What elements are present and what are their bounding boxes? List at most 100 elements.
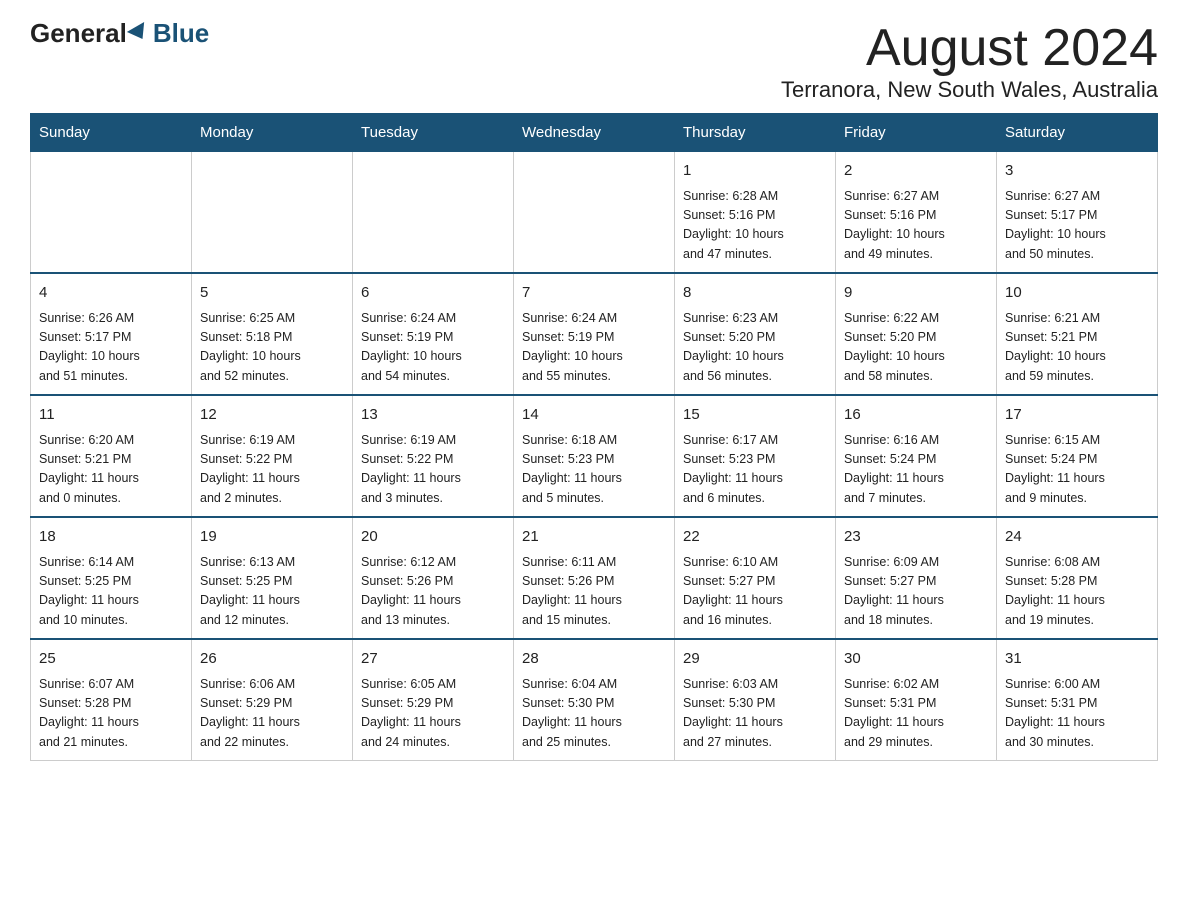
day-number: 27 xyxy=(361,648,505,671)
calendar-cell: 15 Sunrise: 6:17 AMSunset: 5:23 PMDayligh… xyxy=(675,395,836,517)
day-info: Sunrise: 6:00 AMSunset: 5:31 PMDaylight:… xyxy=(1005,675,1149,753)
calendar-cell: 3Sunrise: 6:27 AMSunset: 5:17 PMDaylight… xyxy=(997,152,1158,274)
calendar-cell: 20 Sunrise: 6:12 AMSunset: 5:26 PMDayligh… xyxy=(353,517,514,639)
calendar-cell: 31 Sunrise: 6:00 AMSunset: 5:31 PMDayligh… xyxy=(997,639,1158,761)
day-info: Sunrise: 6:20 AMSunset: 5:21 PMDaylight:… xyxy=(39,431,183,509)
day-info: Sunrise: 6:17 AMSunset: 5:23 PMDaylight:… xyxy=(683,431,827,509)
calendar-cell: 30Sunrise: 6:02 AMSunset: 5:31 PMDayligh… xyxy=(836,639,997,761)
calendar-cell: 7 Sunrise: 6:24 AMSunset: 5:19 PMDaylight… xyxy=(514,273,675,395)
day-number: 28 xyxy=(522,648,666,671)
day-info: Sunrise: 6:09 AMSunset: 5:27 PMDaylight:… xyxy=(844,553,988,631)
day-number: 26 xyxy=(200,648,344,671)
day-number: 7 xyxy=(522,282,666,305)
day-info: Sunrise: 6:23 AMSunset: 5:20 PMDaylight:… xyxy=(683,309,827,387)
day-number: 9 xyxy=(844,282,988,305)
calendar-cell: 5 Sunrise: 6:25 AMSunset: 5:18 PMDaylight… xyxy=(192,273,353,395)
day-number: 29 xyxy=(683,648,827,671)
day-info: Sunrise: 6:12 AMSunset: 5:26 PMDaylight:… xyxy=(361,553,505,631)
calendar-cell: 29 Sunrise: 6:03 AMSunset: 5:30 PMDayligh… xyxy=(675,639,836,761)
day-info: Sunrise: 6:21 AMSunset: 5:21 PMDaylight:… xyxy=(1005,309,1149,387)
day-number: 2 xyxy=(844,160,988,183)
day-number: 3 xyxy=(1005,160,1149,183)
calendar-header-thursday: Thursday xyxy=(675,114,836,152)
day-info: Sunrise: 6:08 AMSunset: 5:28 PMDaylight:… xyxy=(1005,553,1149,631)
day-number: 12 xyxy=(200,404,344,427)
calendar-week-row: 11 Sunrise: 6:20 AMSunset: 5:21 PMDayligh… xyxy=(31,395,1158,517)
calendar-cell: 8 Sunrise: 6:23 AMSunset: 5:20 PMDaylight… xyxy=(675,273,836,395)
day-info: Sunrise: 6:19 AMSunset: 5:22 PMDaylight:… xyxy=(361,431,505,509)
day-number: 20 xyxy=(361,526,505,549)
day-number: 8 xyxy=(683,282,827,305)
calendar-cell: 13 Sunrise: 6:19 AMSunset: 5:22 PMDayligh… xyxy=(353,395,514,517)
calendar-week-row: 18Sunrise: 6:14 AMSunset: 5:25 PMDayligh… xyxy=(31,517,1158,639)
day-info: Sunrise: 6:24 AMSunset: 5:19 PMDaylight:… xyxy=(361,309,505,387)
day-number: 19 xyxy=(200,526,344,549)
logo: General Blue xyxy=(30,20,209,46)
calendar-cell xyxy=(353,152,514,274)
day-info: Sunrise: 6:24 AMSunset: 5:19 PMDaylight:… xyxy=(522,309,666,387)
calendar-cell: 4Sunrise: 6:26 AMSunset: 5:17 PMDaylight… xyxy=(31,273,192,395)
page-title: August 2024 xyxy=(781,20,1158,77)
calendar-header-wednesday: Wednesday xyxy=(514,114,675,152)
calendar-cell: 1 Sunrise: 6:28 AMSunset: 5:16 PMDaylight… xyxy=(675,152,836,274)
calendar-cell: 17Sunrise: 6:15 AMSunset: 5:24 PMDayligh… xyxy=(997,395,1158,517)
calendar-cell xyxy=(31,152,192,274)
calendar-cell: 24 Sunrise: 6:08 AMSunset: 5:28 PMDayligh… xyxy=(997,517,1158,639)
day-number: 11 xyxy=(39,404,183,427)
logo-blue-text: Blue xyxy=(153,20,209,46)
calendar-week-row: 25 Sunrise: 6:07 AMSunset: 5:28 PMDayligh… xyxy=(31,639,1158,761)
day-info: Sunrise: 6:18 AMSunset: 5:23 PMDaylight:… xyxy=(522,431,666,509)
day-info: Sunrise: 6:16 AMSunset: 5:24 PMDaylight:… xyxy=(844,431,988,509)
calendar-header-saturday: Saturday xyxy=(997,114,1158,152)
calendar-cell: 22 Sunrise: 6:10 AMSunset: 5:27 PMDayligh… xyxy=(675,517,836,639)
day-info: Sunrise: 6:11 AMSunset: 5:26 PMDaylight:… xyxy=(522,553,666,631)
day-info: Sunrise: 6:03 AMSunset: 5:30 PMDaylight:… xyxy=(683,675,827,753)
calendar-body: 1 Sunrise: 6:28 AMSunset: 5:16 PMDaylight… xyxy=(31,152,1158,761)
day-info: Sunrise: 6:28 AMSunset: 5:16 PMDaylight:… xyxy=(683,187,827,265)
day-number: 24 xyxy=(1005,526,1149,549)
day-info: Sunrise: 6:22 AMSunset: 5:20 PMDaylight:… xyxy=(844,309,988,387)
day-number: 1 xyxy=(683,160,827,183)
calendar-header-monday: Monday xyxy=(192,114,353,152)
calendar-cell: 11 Sunrise: 6:20 AMSunset: 5:21 PMDayligh… xyxy=(31,395,192,517)
calendar-cell: 10 Sunrise: 6:21 AMSunset: 5:21 PMDayligh… xyxy=(997,273,1158,395)
calendar-cell xyxy=(192,152,353,274)
title-section: August 2024 Terranora, New South Wales, … xyxy=(781,20,1158,103)
day-number: 5 xyxy=(200,282,344,305)
calendar-cell: 21Sunrise: 6:11 AMSunset: 5:26 PMDayligh… xyxy=(514,517,675,639)
page-header: General Blue August 2024 Terranora, New … xyxy=(30,20,1158,103)
calendar-cell: 16Sunrise: 6:16 AMSunset: 5:24 PMDayligh… xyxy=(836,395,997,517)
calendar-cell: 19Sunrise: 6:13 AMSunset: 5:25 PMDayligh… xyxy=(192,517,353,639)
calendar-cell: 25 Sunrise: 6:07 AMSunset: 5:28 PMDayligh… xyxy=(31,639,192,761)
day-info: Sunrise: 6:10 AMSunset: 5:27 PMDaylight:… xyxy=(683,553,827,631)
day-number: 17 xyxy=(1005,404,1149,427)
day-info: Sunrise: 6:05 AMSunset: 5:29 PMDaylight:… xyxy=(361,675,505,753)
calendar-cell xyxy=(514,152,675,274)
calendar-cell: 14 Sunrise: 6:18 AMSunset: 5:23 PMDayligh… xyxy=(514,395,675,517)
day-info: Sunrise: 6:04 AMSunset: 5:30 PMDaylight:… xyxy=(522,675,666,753)
day-info: Sunrise: 6:19 AMSunset: 5:22 PMDaylight:… xyxy=(200,431,344,509)
calendar-cell: 2 Sunrise: 6:27 AMSunset: 5:16 PMDaylight… xyxy=(836,152,997,274)
day-number: 15 xyxy=(683,404,827,427)
day-info: Sunrise: 6:14 AMSunset: 5:25 PMDaylight:… xyxy=(39,553,183,631)
day-number: 25 xyxy=(39,648,183,671)
day-number: 22 xyxy=(683,526,827,549)
day-number: 14 xyxy=(522,404,666,427)
calendar-table: SundayMondayTuesdayWednesdayThursdayFrid… xyxy=(30,113,1158,761)
location-title: Terranora, New South Wales, Australia xyxy=(781,77,1158,103)
day-number: 30 xyxy=(844,648,988,671)
logo-general-text: General xyxy=(30,20,127,46)
calendar-header-tuesday: Tuesday xyxy=(353,114,514,152)
day-info: Sunrise: 6:25 AMSunset: 5:18 PMDaylight:… xyxy=(200,309,344,387)
calendar-cell: 23Sunrise: 6:09 AMSunset: 5:27 PMDayligh… xyxy=(836,517,997,639)
calendar-week-row: 4Sunrise: 6:26 AMSunset: 5:17 PMDaylight… xyxy=(31,273,1158,395)
logo-arrow-icon xyxy=(127,22,151,44)
calendar-header-row: SundayMondayTuesdayWednesdayThursdayFrid… xyxy=(31,114,1158,152)
day-number: 31 xyxy=(1005,648,1149,671)
calendar-cell: 27 Sunrise: 6:05 AMSunset: 5:29 PMDayligh… xyxy=(353,639,514,761)
day-number: 13 xyxy=(361,404,505,427)
day-number: 6 xyxy=(361,282,505,305)
day-info: Sunrise: 6:07 AMSunset: 5:28 PMDaylight:… xyxy=(39,675,183,753)
day-info: Sunrise: 6:27 AMSunset: 5:16 PMDaylight:… xyxy=(844,187,988,265)
day-number: 10 xyxy=(1005,282,1149,305)
